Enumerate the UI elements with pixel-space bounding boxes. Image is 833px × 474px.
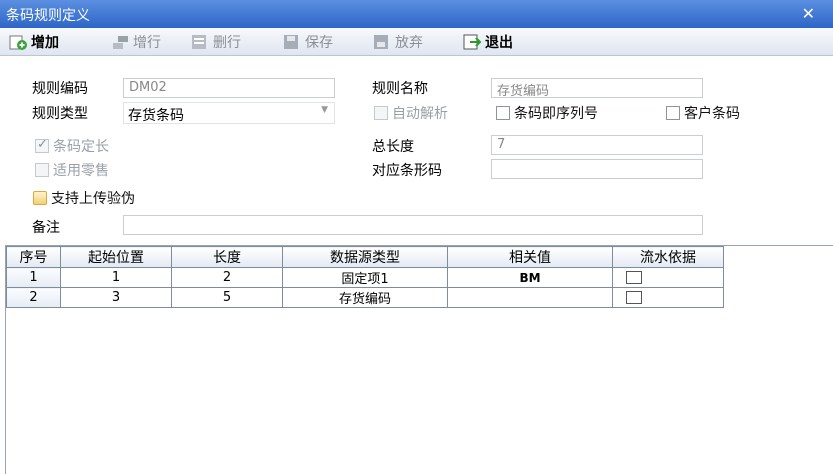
row-source-type[interactable]: 固定项1 — [282, 267, 448, 288]
retail-box — [35, 163, 49, 177]
add-row-icon — [110, 33, 130, 51]
exit-button[interactable]: 退出 — [462, 31, 513, 53]
delete-row-label: 删行 — [213, 35, 241, 51]
rule-code-field[interactable]: DM02 — [123, 78, 335, 98]
add-row-label: 增行 — [133, 35, 161, 51]
row-serial-basis[interactable] — [612, 267, 724, 288]
total-length-field[interactable]: 7 — [491, 135, 703, 155]
col-serial-basis[interactable]: 流水依据 — [612, 246, 724, 268]
row-start[interactable]: 3 — [60, 287, 172, 308]
rule-type-value: 存货条码 — [128, 108, 184, 124]
exit-icon — [462, 33, 482, 51]
row-length[interactable]: 2 — [171, 267, 283, 288]
detail-table: 序号 起始位置 长度 数据源类型 相关值 流水依据 1 1 2 固定项1 BM … — [6, 246, 724, 308]
col-source-type[interactable]: 数据源类型 — [282, 246, 448, 268]
retail-label: 适用零售 — [53, 163, 109, 179]
upload-verify-box — [33, 191, 47, 205]
barcode-is-serial-checkbox[interactable]: 条码即序列号 — [496, 103, 598, 123]
barcode-shape-field[interactable] — [491, 159, 703, 179]
discard-icon — [372, 33, 392, 51]
barcode-is-serial-label: 条码即序列号 — [514, 106, 598, 122]
rule-form: 规则编码 DM02 规则名称 存货编码 规则类型 存货条码 ▼ 自动解析 条码即… — [0, 57, 833, 245]
save-button[interactable]: 保存 — [282, 31, 333, 53]
serial-basis-checkbox[interactable] — [626, 271, 642, 284]
row-seq: 1 — [6, 267, 61, 288]
delete-row-icon — [190, 33, 210, 51]
chevron-down-icon: ▼ — [321, 105, 328, 115]
row-source-type[interactable]: 存货编码 — [282, 287, 448, 308]
total-length-label: 总长度 — [372, 139, 414, 155]
add-row-button[interactable]: 增行 — [110, 31, 161, 53]
row-related-value[interactable]: BM — [447, 267, 613, 288]
save-label: 保存 — [305, 35, 333, 51]
row-seq: 2 — [6, 287, 61, 308]
customer-barcode-box — [666, 106, 680, 120]
row-length[interactable]: 5 — [171, 287, 283, 308]
add-document-icon — [8, 33, 28, 51]
col-length[interactable]: 长度 — [171, 246, 283, 268]
rule-name-label: 规则名称 — [372, 81, 428, 97]
serial-basis-checkbox[interactable] — [626, 291, 642, 304]
rule-name-field[interactable]: 存货编码 — [491, 78, 703, 98]
discard-label: 放弃 — [395, 35, 423, 51]
fixed-length-label: 条码定长 — [53, 139, 109, 155]
close-icon[interactable]: ✕ — [802, 4, 815, 23]
col-start-position[interactable]: 起始位置 — [60, 246, 172, 268]
retail-checkbox[interactable]: 适用零售 — [35, 160, 109, 180]
barcode-is-serial-box — [496, 106, 510, 120]
table-header-row: 序号 起始位置 长度 数据源类型 相关值 流水依据 — [6, 246, 724, 268]
table-row[interactable]: 2 3 5 存货编码 — [6, 287, 724, 308]
fixed-length-box — [35, 137, 49, 153]
save-icon — [282, 33, 302, 51]
remark-field[interactable] — [123, 215, 703, 235]
auto-parse-box — [374, 106, 388, 120]
toolbar: 增加 增行 删行 保存 放弃 退出 — [0, 28, 833, 56]
table-row[interactable]: 1 1 2 固定项1 BM — [6, 267, 724, 288]
row-start[interactable]: 1 — [60, 267, 172, 288]
rule-code-label: 规则编码 — [32, 81, 88, 97]
title-bar: 条码规则定义 ✕ — [0, 0, 833, 28]
add-button[interactable]: 增加 — [8, 31, 59, 53]
auto-parse-label: 自动解析 — [392, 106, 448, 122]
delete-row-button[interactable]: 删行 — [190, 31, 241, 53]
row-related-value[interactable] — [447, 287, 613, 308]
upload-verify-label: 支持上传验伪 — [51, 191, 135, 207]
discard-button[interactable]: 放弃 — [372, 31, 423, 53]
col-seq[interactable]: 序号 — [6, 246, 61, 268]
customer-barcode-label: 客户条码 — [684, 106, 740, 122]
remark-label: 备注 — [32, 220, 60, 236]
window-title: 条码规则定义 — [6, 8, 90, 24]
row-serial-basis[interactable] — [612, 287, 724, 308]
rule-type-label: 规则类型 — [32, 106, 88, 122]
rule-detail-grid: 序号 起始位置 长度 数据源类型 相关值 流水依据 1 1 2 固定项1 BM … — [5, 245, 833, 474]
barcode-shape-label: 对应条形码 — [372, 163, 442, 179]
fixed-length-checkbox[interactable]: 条码定长 — [35, 136, 109, 156]
upload-verify-checkbox[interactable]: 支持上传验伪 — [33, 188, 135, 208]
auto-parse-checkbox[interactable]: 自动解析 — [374, 103, 448, 123]
exit-label: 退出 — [485, 35, 513, 51]
col-related-value[interactable]: 相关值 — [447, 246, 613, 268]
customer-barcode-checkbox[interactable]: 客户条码 — [666, 103, 740, 123]
rule-type-select[interactable]: 存货条码 ▼ — [123, 102, 335, 124]
add-label: 增加 — [31, 35, 59, 51]
